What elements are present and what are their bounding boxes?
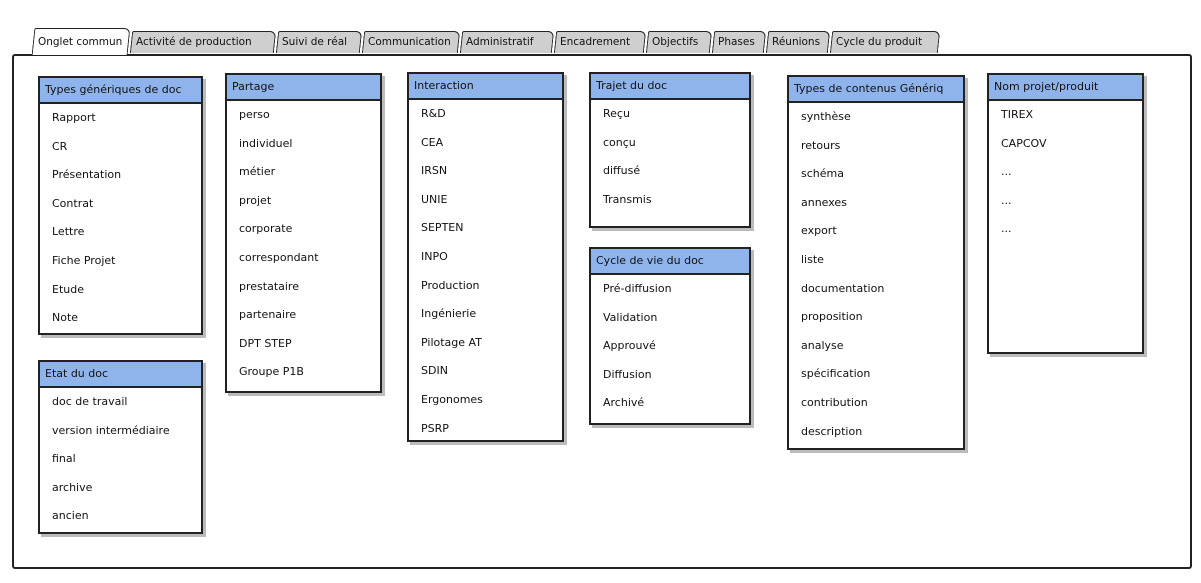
list-header: Partage [227, 75, 380, 101]
tab-label: Encadrement [560, 36, 631, 48]
list-item[interactable]: export [789, 217, 963, 246]
tab-reunions[interactable]: Réunions [765, 31, 831, 53]
list-item[interactable]: CEA [409, 129, 562, 158]
list-trajet-du-doc: Trajet du doc Reçu conçu diffusé Transmi… [589, 72, 751, 228]
list-item[interactable]: final [40, 445, 201, 474]
list-header: Types de contenus Génériq [789, 77, 963, 103]
list-item[interactable]: Archivé [591, 389, 749, 418]
list-interaction: Interaction R&D CEA IRSN UNIE SEPTEN INP… [407, 72, 564, 442]
list-item[interactable]: proposition [789, 303, 963, 332]
list-item[interactable]: contribution [789, 389, 963, 418]
list-item[interactable]: IRSN [409, 157, 562, 186]
list-types-de-contenus: Types de contenus Génériq synthèse retou… [787, 75, 965, 450]
list-item[interactable]: PSRP [409, 415, 562, 444]
list-item[interactable]: version intermédiaire [40, 417, 201, 446]
list-item[interactable]: Lettre [40, 218, 201, 247]
list-item[interactable]: Approuvé [591, 332, 749, 361]
tab-phases[interactable]: Phases [711, 31, 767, 53]
list-item[interactable]: Diffusion [591, 361, 749, 390]
list-item[interactable]: INPO [409, 243, 562, 272]
list-item[interactable]: prestataire [227, 273, 380, 302]
list-item[interactable]: description [789, 418, 963, 447]
tab-onglet-commun[interactable]: Onglet commun [31, 28, 131, 55]
list-item[interactable]: Reçu [591, 100, 749, 129]
list-item[interactable]: documentation [789, 275, 963, 304]
tab-objectifs[interactable]: Objectifs [645, 31, 713, 53]
list-item[interactable]: Fiche Projet [40, 247, 201, 276]
tab-cycle-du-produit[interactable]: Cycle du produit [829, 31, 941, 53]
list-item[interactable]: TIREX [989, 101, 1142, 130]
list-header: Types génériques de doc [40, 78, 201, 104]
tab-label: Réunions [772, 36, 821, 48]
list-item[interactable]: Contrat [40, 190, 201, 219]
tab-label: Onglet commun [37, 36, 123, 48]
list-item[interactable]: métier [227, 158, 380, 187]
list-etat-du-doc: Etat du doc doc de travail version inter… [38, 360, 203, 534]
list-item[interactable]: liste [789, 246, 963, 275]
list-nom-projet-produit: Nom projet/produit TIREX CAPCOV ... ... … [987, 73, 1144, 354]
list-item[interactable]: archive [40, 474, 201, 503]
list-item[interactable]: CAPCOV [989, 130, 1142, 159]
tab-label: Cycle du produit [836, 36, 923, 48]
list-item[interactable]: corporate [227, 215, 380, 244]
list-item[interactable]: annexes [789, 189, 963, 218]
list-header: Cycle de vie du doc [591, 249, 749, 275]
tab-label: Administratif [466, 36, 534, 48]
list-item[interactable]: doc de travail [40, 388, 201, 417]
tab-label: Activité de production [136, 36, 252, 48]
tab-communication[interactable]: Communication [361, 31, 461, 53]
tab-label: Suivi de réal [282, 36, 348, 48]
tab-suivi-de-real[interactable]: Suivi de réal [275, 31, 363, 53]
list-header: Trajet du doc [591, 74, 749, 100]
list-item[interactable]: Transmis [591, 186, 749, 215]
list-item[interactable]: UNIE [409, 186, 562, 215]
list-item[interactable]: ... [989, 158, 1142, 187]
list-item[interactable]: Note [40, 304, 201, 333]
tab-label: Objectifs [652, 36, 699, 48]
list-item[interactable]: individuel [227, 130, 380, 159]
list-header: Nom projet/produit [989, 75, 1142, 101]
list-item[interactable]: SEPTEN [409, 214, 562, 243]
list-item[interactable]: Etude [40, 276, 201, 305]
list-item[interactable]: ... [989, 215, 1142, 244]
list-item[interactable]: correspondant [227, 244, 380, 273]
list-item[interactable]: Ingénierie [409, 300, 562, 329]
tab-activite-production[interactable]: Activité de production [129, 31, 277, 53]
tab-bar: Onglet commun Activité de production Sui… [31, 28, 1193, 55]
list-item[interactable]: conçu [591, 129, 749, 158]
list-header: Etat du doc [40, 362, 201, 388]
list-item[interactable]: Pilotage AT [409, 329, 562, 358]
list-cycle-de-vie-du-doc: Cycle de vie du doc Pré-diffusion Valida… [589, 247, 751, 425]
list-item[interactable]: diffusé [591, 157, 749, 186]
tab-label: Communication [368, 36, 451, 48]
list-item[interactable]: Rapport [40, 104, 201, 133]
list-item[interactable]: SDIN [409, 357, 562, 386]
list-item[interactable]: Production [409, 272, 562, 301]
list-item[interactable]: schéma [789, 160, 963, 189]
list-item[interactable]: synthèse [789, 103, 963, 132]
tab-label: Phases [718, 36, 755, 48]
list-item[interactable]: CR [40, 133, 201, 162]
list-types-generiques-de-doc: Types génériques de doc Rapport CR Prése… [38, 76, 203, 335]
list-item[interactable]: projet [227, 187, 380, 216]
list-item[interactable]: Ergonomes [409, 386, 562, 415]
list-item[interactable]: ... [989, 187, 1142, 216]
tab-encadrement[interactable]: Encadrement [553, 31, 647, 53]
list-item[interactable]: Validation [591, 304, 749, 333]
list-header: Interaction [409, 74, 562, 100]
list-item[interactable]: retours [789, 132, 963, 161]
list-item[interactable]: partenaire [227, 301, 380, 330]
list-item[interactable]: perso [227, 101, 380, 130]
list-item[interactable]: ancien [40, 502, 201, 531]
list-item[interactable]: analyse [789, 332, 963, 361]
list-item[interactable]: R&D [409, 100, 562, 129]
list-item[interactable]: spécification [789, 360, 963, 389]
list-item[interactable]: Pré-diffusion [591, 275, 749, 304]
list-item[interactable]: Présentation [40, 161, 201, 190]
tab-administratif[interactable]: Administratif [459, 31, 555, 53]
list-partage: Partage perso individuel métier projet c… [225, 73, 382, 393]
list-item[interactable]: Groupe P1B [227, 358, 380, 387]
list-item[interactable]: DPT STEP [227, 330, 380, 359]
